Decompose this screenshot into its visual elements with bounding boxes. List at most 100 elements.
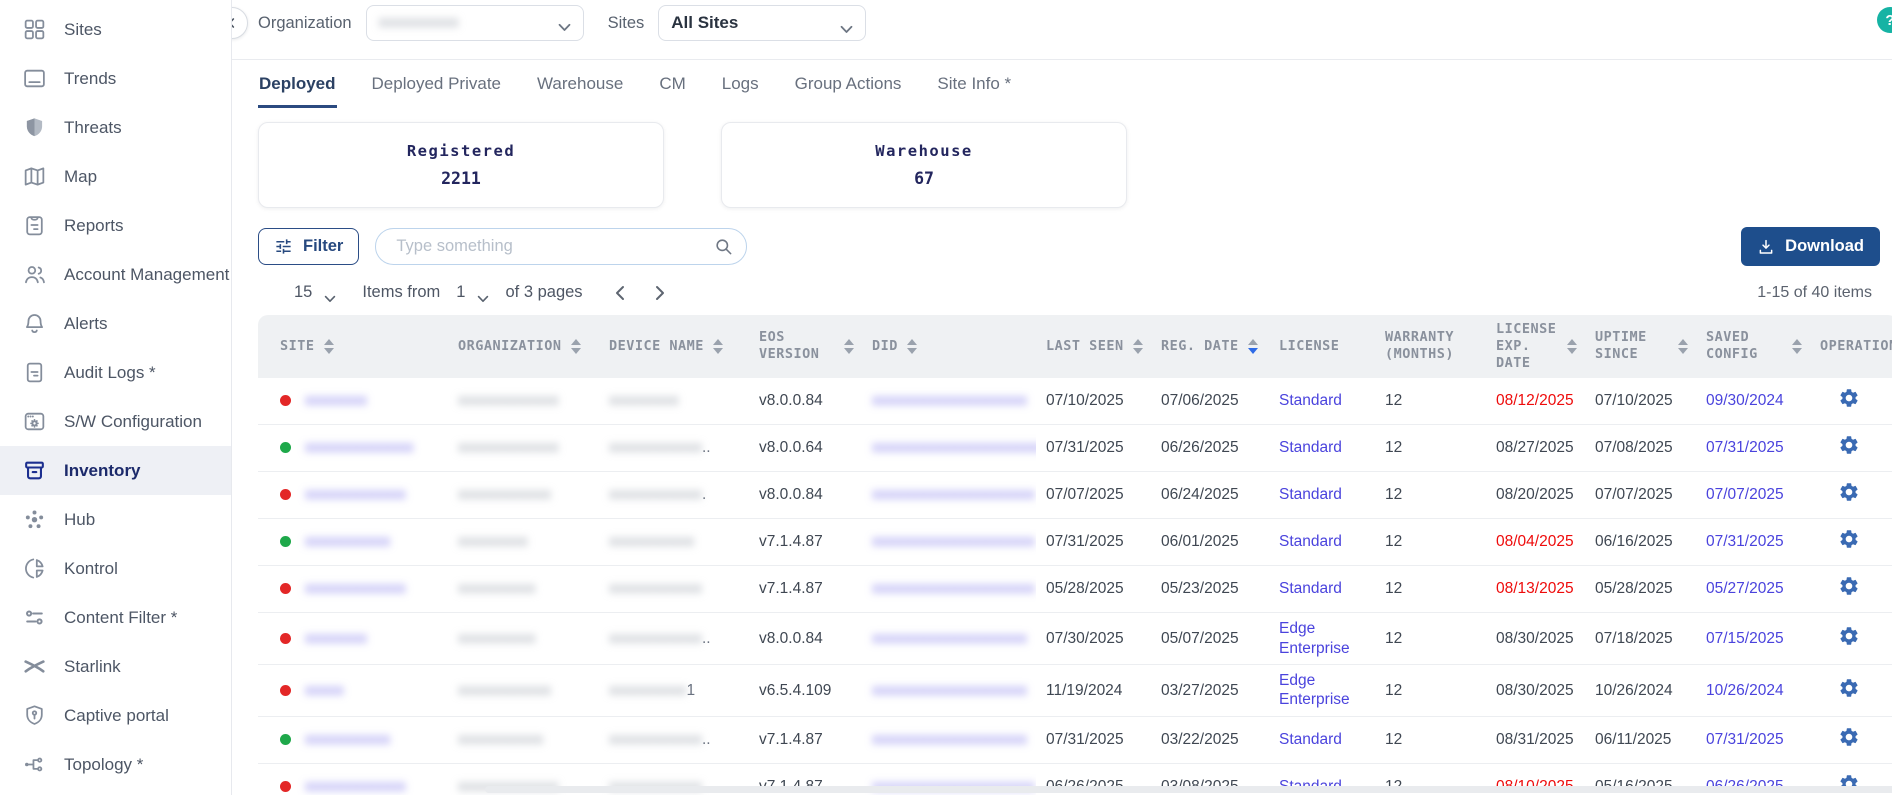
site-link-redacted[interactable]: xxxxxxxxxxx: [305, 731, 390, 748]
sort-ascending-icon: [1248, 339, 1258, 345]
horizontal-scrollbar[interactable]: [485, 786, 1892, 793]
sidebar-item-alerts[interactable]: Alerts: [0, 299, 231, 348]
operations-gear-button[interactable]: [1838, 575, 1860, 597]
operations-gear-button[interactable]: [1838, 677, 1860, 699]
license-link[interactable]: Edge Enterprise: [1279, 672, 1350, 708]
sidebar-item-threats[interactable]: Threats: [0, 103, 231, 152]
chevron-left-icon: [613, 284, 627, 302]
sidebar-item-trends[interactable]: Trends: [0, 54, 231, 103]
site-link-redacted[interactable]: xxxxxxxxxxxxx: [305, 778, 406, 795]
did-link-redacted[interactable]: xxxxxxxxxxxxxxxxxxxxx: [872, 580, 1035, 597]
sort-arrows-icon[interactable]: [324, 339, 334, 354]
did-link-redacted[interactable]: xxxxxxxxxxxxxxxxxxxx: [872, 682, 1027, 699]
did-link-redacted[interactable]: xxxxxxxxxxxxxxxxxxxxx: [872, 533, 1035, 550]
sidebar-item-sites[interactable]: Sites: [0, 5, 231, 54]
sort-arrows-icon[interactable]: [1248, 339, 1258, 354]
license-link[interactable]: Standard: [1279, 439, 1342, 456]
saved-config-link[interactable]: 07/31/2025: [1706, 439, 1784, 456]
did-link-redacted[interactable]: xxxxxxxxxxxxxxxxxxxx: [872, 630, 1027, 647]
sort-arrows-icon[interactable]: [1133, 339, 1143, 354]
site-link-redacted[interactable]: xxxxxxxx: [305, 630, 367, 647]
cell-device-name: xxxxxxxxxx1: [599, 664, 749, 716]
device-name-redacted: xxxxxxxxxx: [609, 682, 687, 699]
sidebar-item-topology[interactable]: Topology *: [0, 740, 231, 789]
sidebar-item-content-filter[interactable]: Content Filter *: [0, 593, 231, 642]
site-link-redacted[interactable]: xxxxxxxx: [305, 392, 367, 409]
page-select[interactable]: 1: [456, 283, 489, 302]
sidebar-item-map[interactable]: Map: [0, 152, 231, 201]
page-size-select[interactable]: 15: [294, 283, 336, 302]
operations-gear-button[interactable]: [1838, 528, 1860, 550]
license-link[interactable]: Standard: [1279, 486, 1342, 503]
filter-button[interactable]: Filter: [258, 228, 359, 265]
did-link-redacted[interactable]: xxxxxxxxxxxxxxxxxxxxxx: [872, 439, 1036, 456]
tab-deployed[interactable]: Deployed: [258, 60, 337, 108]
sidebar-item-s-w-configuration[interactable]: S/W Configuration: [0, 397, 231, 446]
help-icon[interactable]: ?: [1877, 7, 1892, 33]
tab-logs[interactable]: Logs: [721, 60, 760, 108]
license-link[interactable]: Standard: [1279, 392, 1342, 409]
previous-page-button[interactable]: [613, 284, 627, 302]
tab-deployed-private[interactable]: Deployed Private: [371, 60, 502, 108]
sites-select[interactable]: All Sites: [658, 5, 866, 41]
cell-eos-version: v8.0.0.64: [749, 425, 862, 472]
sort-arrows-icon[interactable]: [713, 339, 723, 354]
next-page-button[interactable]: [653, 284, 667, 302]
sidebar-item-account-management[interactable]: Account Management: [0, 250, 231, 299]
site-link-redacted[interactable]: xxxxxxxxxxx: [305, 533, 390, 550]
saved-config-link[interactable]: 07/31/2025: [1706, 731, 1784, 748]
sidebar-item-inventory[interactable]: Inventory: [0, 446, 231, 495]
operations-gear-button[interactable]: [1838, 387, 1860, 409]
cell-uptime-since: 07/07/2025: [1585, 472, 1696, 519]
license-link[interactable]: Standard: [1279, 731, 1342, 748]
search-icon[interactable]: [714, 237, 733, 256]
collapse-sidebar-button[interactable]: [232, 7, 248, 39]
download-button[interactable]: Download: [1741, 227, 1880, 266]
tab-cm[interactable]: CM: [658, 60, 686, 108]
sidebar-item-audit-logs[interactable]: Audit Logs *: [0, 348, 231, 397]
license-link[interactable]: Edge Enterprise: [1279, 620, 1350, 656]
license-link[interactable]: Standard: [1279, 580, 1342, 597]
sort-arrows-icon[interactable]: [1678, 339, 1688, 354]
sort-arrows-icon[interactable]: [844, 339, 854, 354]
did-link-redacted[interactable]: xxxxxxxxxxxxxxxxxxxxx: [872, 486, 1035, 503]
site-link-redacted[interactable]: xxxxxxxxxxxxx: [305, 486, 406, 503]
operations-gear-button[interactable]: [1838, 625, 1860, 647]
sort-arrows-icon[interactable]: [1567, 339, 1577, 354]
organization-redacted: xxxxxxxxxx: [458, 630, 536, 647]
sidebar-item-hub[interactable]: Hub: [0, 495, 231, 544]
site-link-redacted[interactable]: xxxxx: [305, 682, 344, 699]
site-link-redacted[interactable]: xxxxxxxxxxxxx: [305, 580, 406, 597]
reg-date-value: 05/23/2025: [1161, 580, 1239, 597]
tab-site-info[interactable]: Site Info *: [936, 60, 1012, 108]
site-link-redacted[interactable]: xxxxxxxxxxxxxx: [305, 439, 414, 456]
sidebar-item-kontrol[interactable]: Kontrol: [0, 544, 231, 593]
search-input[interactable]: [394, 236, 706, 257]
cell-site: xxxxxxxx: [258, 613, 448, 665]
organization-select[interactable]: xxxxxxxxxx: [366, 5, 584, 41]
tab-warehouse[interactable]: Warehouse: [536, 60, 624, 108]
cell-last-seen: 11/19/2024: [1036, 664, 1151, 716]
sidebar-item-captive-portal[interactable]: Captive portal: [0, 691, 231, 740]
saved-config-link[interactable]: 10/26/2024: [1706, 682, 1784, 699]
sidebar-item-starlink[interactable]: Starlink: [0, 642, 231, 691]
sidebar-item-reports[interactable]: Reports: [0, 201, 231, 250]
tab-group-actions[interactable]: Group Actions: [794, 60, 903, 108]
saved-config-link[interactable]: 07/15/2025: [1706, 630, 1784, 647]
saved-config-link[interactable]: 09/30/2024: [1706, 392, 1784, 409]
device-name-suffix: 1: [687, 682, 696, 699]
license-link[interactable]: Standard: [1279, 533, 1342, 550]
operations-gear-button[interactable]: [1838, 481, 1860, 503]
saved-config-link[interactable]: 07/07/2025: [1706, 486, 1784, 503]
did-link-redacted[interactable]: xxxxxxxxxxxxxxxxxxxx: [872, 392, 1027, 409]
cell-site: xxxxxxxxxxxxx: [258, 566, 448, 613]
sort-arrows-icon[interactable]: [1792, 339, 1802, 354]
did-link-redacted[interactable]: xxxxxxxxxxxxxxxxxxxx: [872, 731, 1027, 748]
operations-gear-button[interactable]: [1838, 434, 1860, 456]
saved-config-link[interactable]: 05/27/2025: [1706, 580, 1784, 597]
saved-config-link[interactable]: 07/31/2025: [1706, 533, 1784, 550]
reg-date-value: 06/26/2025: [1161, 439, 1239, 456]
sort-arrows-icon[interactable]: [907, 339, 917, 354]
sort-arrows-icon[interactable]: [571, 339, 581, 354]
operations-gear-button[interactable]: [1838, 726, 1860, 748]
